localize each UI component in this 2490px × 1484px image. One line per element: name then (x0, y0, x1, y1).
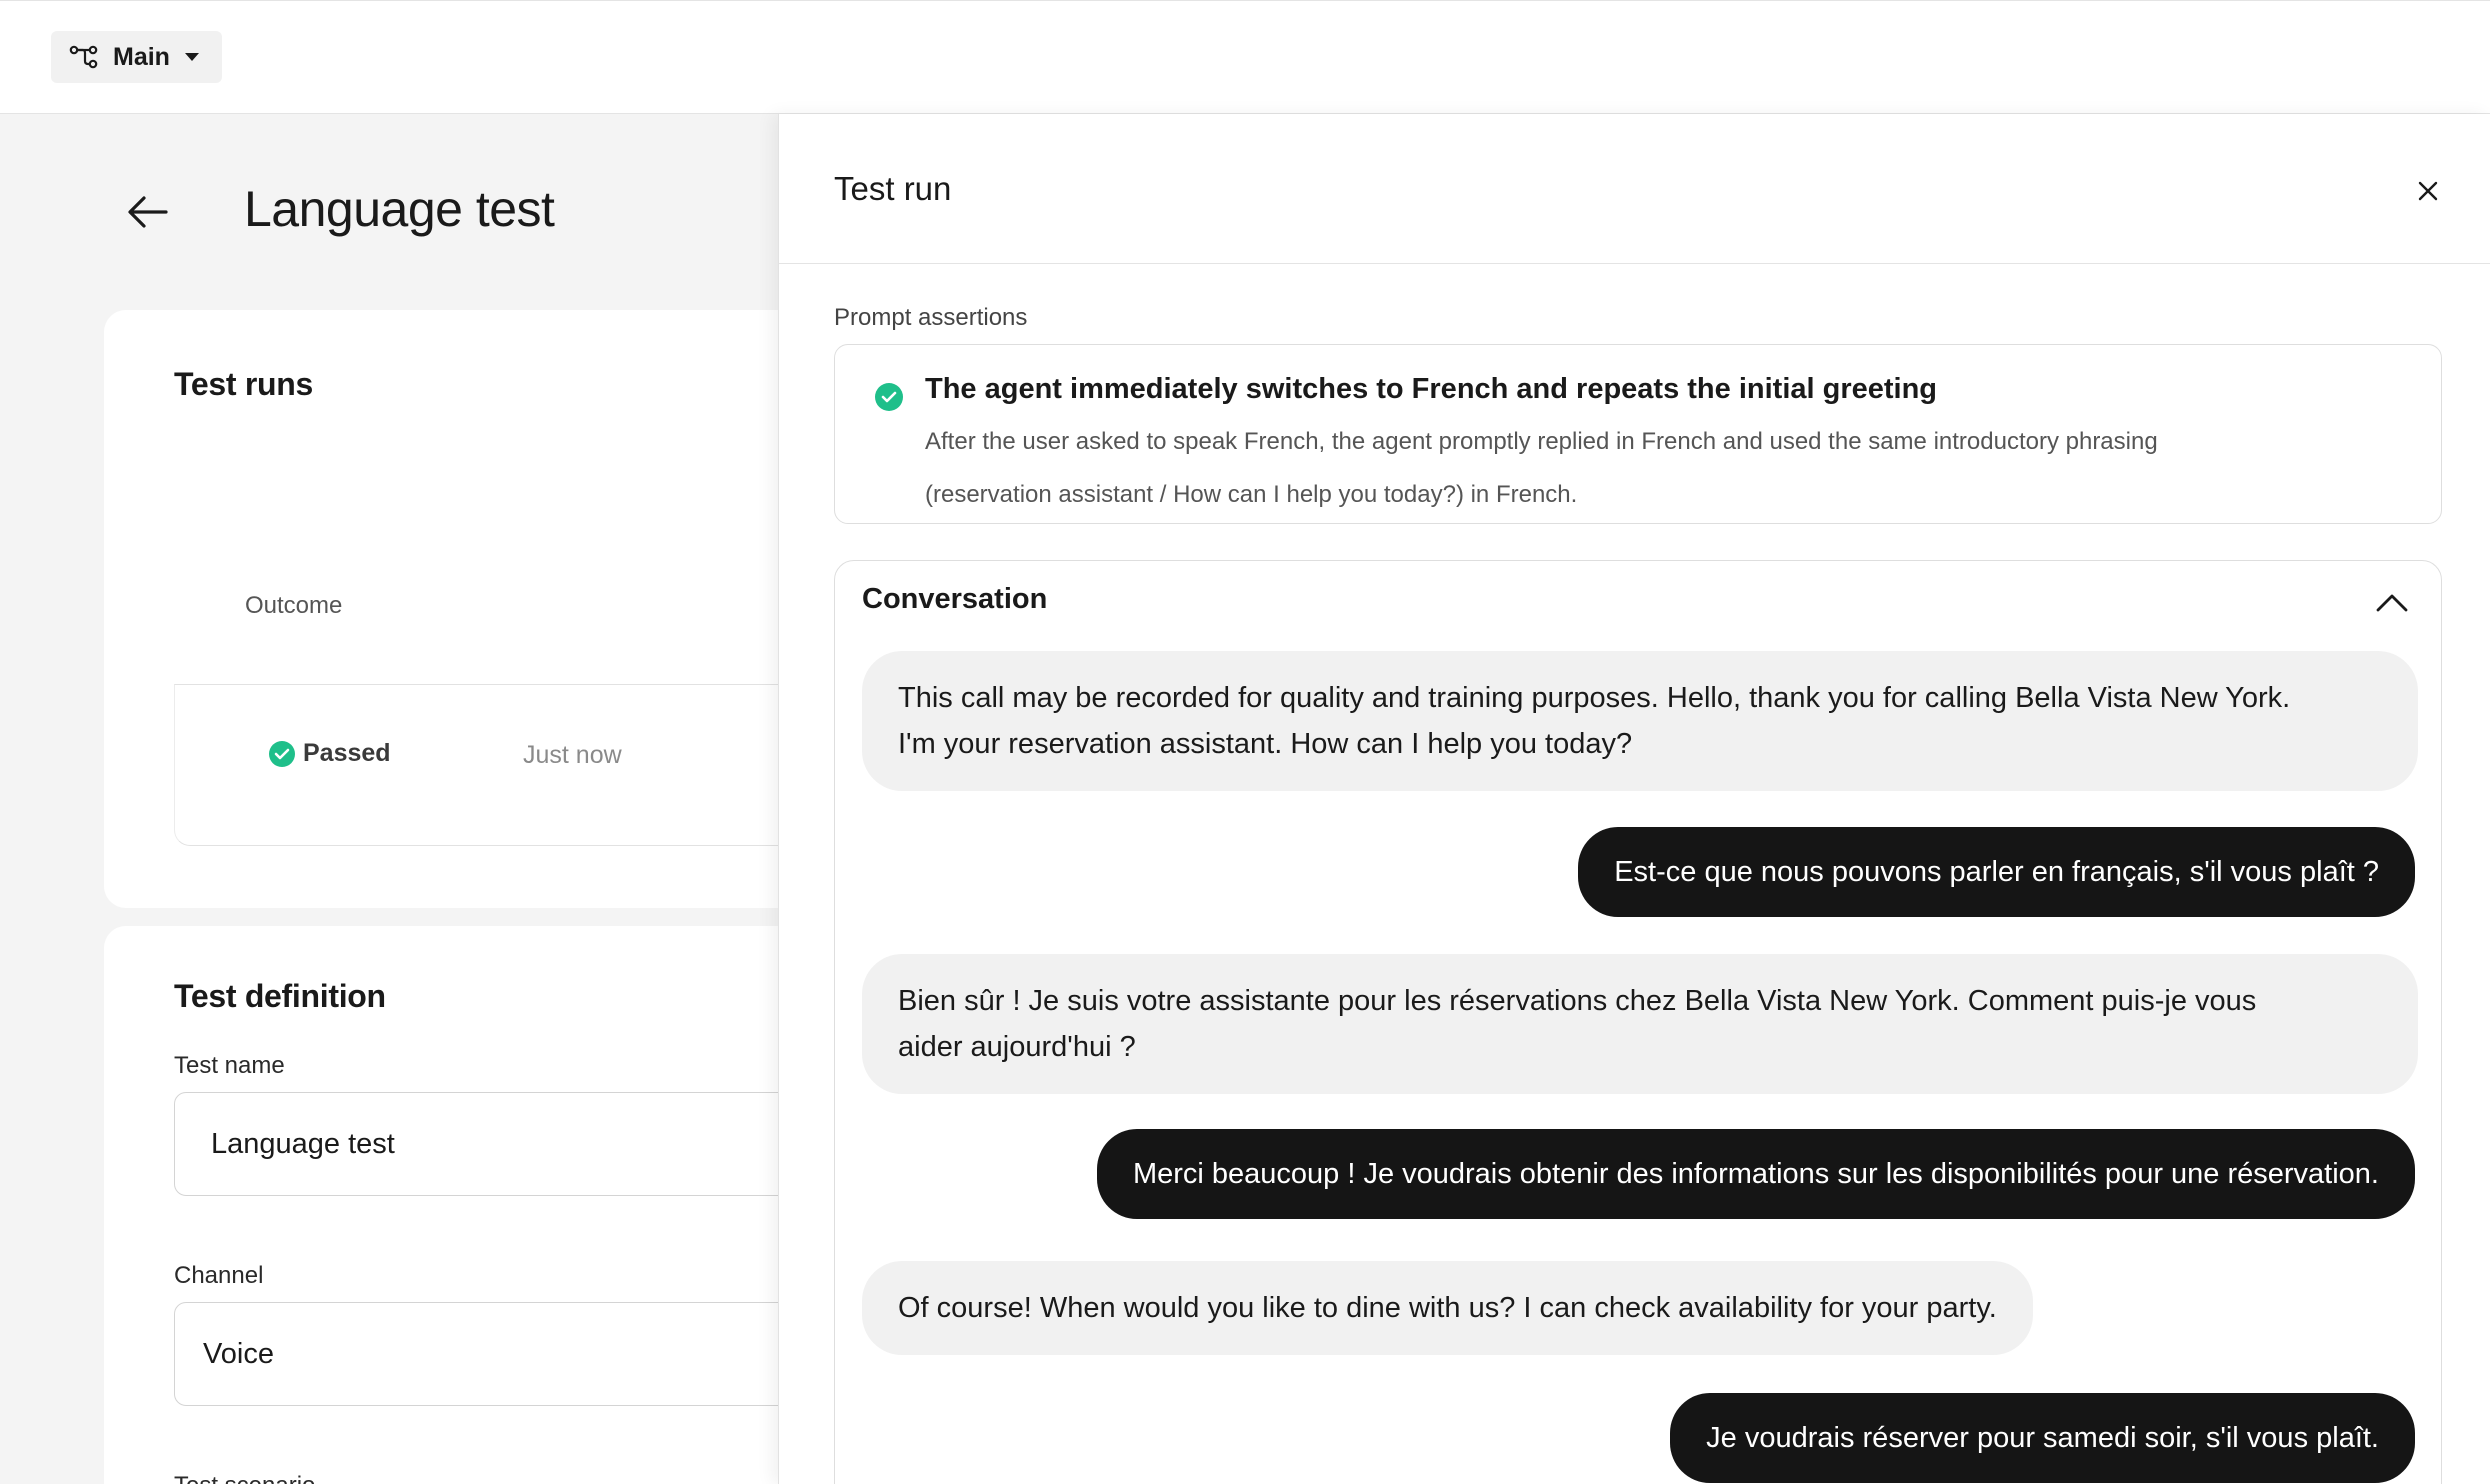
test-scenario-label: Test scenario (174, 1472, 315, 1484)
agent-message: Of course! When would you like to dine w… (862, 1261, 2033, 1355)
branch-selector[interactable]: Main (51, 31, 222, 83)
status-badge: Passed (269, 739, 391, 768)
assertion-title: The agent immediately switches to French… (925, 373, 1938, 405)
page-title: Language test (244, 181, 555, 237)
test-run-panel: Test run Prompt assertions The agent imm… (778, 114, 2490, 1484)
assertion-description: After the user asked to speak French, th… (925, 415, 2405, 521)
message-line: Merci beaucoup ! Je voudrais obtenir des… (1132, 1158, 2379, 1190)
arrow-left-icon (126, 196, 170, 234)
branch-label: Main (113, 42, 170, 71)
check-circle-icon (875, 383, 903, 411)
message-line: Bien sûr ! Je suis votre assistante pour… (898, 985, 2257, 1017)
assertion-description-line: After the user asked to speak French, th… (925, 428, 2158, 455)
message-line: Est-ce que nous pouvons parler en frança… (1614, 856, 2379, 888)
branch-icon (69, 45, 99, 69)
collapse-button[interactable] (2375, 591, 2409, 613)
chevron-up-icon (2375, 594, 2409, 617)
test-runs-heading: Test runs (174, 366, 313, 402)
message-line: This call may be recorded for quality an… (898, 682, 2291, 714)
assertion-description-line: (reservation assistant / How can I help … (925, 481, 1578, 508)
conversation-section: Conversation This call may be recorded f… (834, 560, 2442, 1484)
prompt-assertions-label: Prompt assertions (834, 304, 1028, 331)
conversation-heading: Conversation (862, 583, 1048, 615)
test-definition-heading: Test definition (174, 978, 386, 1014)
assertion-card: The agent immediately switches to French… (834, 344, 2442, 524)
user-message: Je voudrais réserver pour samedi soir, s… (1670, 1393, 2415, 1483)
panel-header: Test run (779, 114, 2490, 264)
check-circle-icon (269, 740, 295, 767)
back-button[interactable] (126, 194, 170, 230)
column-header-outcome: Outcome (245, 592, 343, 619)
message-line: aider aujourd'hui ? (898, 1031, 1136, 1063)
caret-down-icon (184, 52, 200, 62)
agent-message: Bien sûr ! Je suis votre assistante pour… (862, 954, 2418, 1094)
user-message: Merci beaucoup ! Je voudrais obtenir des… (1096, 1129, 2415, 1219)
close-button[interactable] (2411, 174, 2445, 208)
top-bar: Main (0, 0, 2490, 114)
message-line: I'm your reservation assistant. How can … (898, 728, 1633, 760)
panel-title: Test run (834, 170, 952, 207)
test-name-label: Test name (174, 1052, 285, 1079)
agent-message: This call may be recorded for quality an… (862, 651, 2418, 791)
run-timestamp: Just now (523, 741, 622, 769)
channel-label: Channel (174, 1262, 264, 1289)
close-icon (2411, 181, 2445, 212)
message-line: Je voudrais réserver pour samedi soir, s… (1706, 1422, 2379, 1454)
message-line: Of course! When would you like to dine w… (898, 1292, 1997, 1324)
user-message: Est-ce que nous pouvons parler en frança… (1578, 827, 2415, 917)
status-text: Passed (303, 739, 391, 767)
